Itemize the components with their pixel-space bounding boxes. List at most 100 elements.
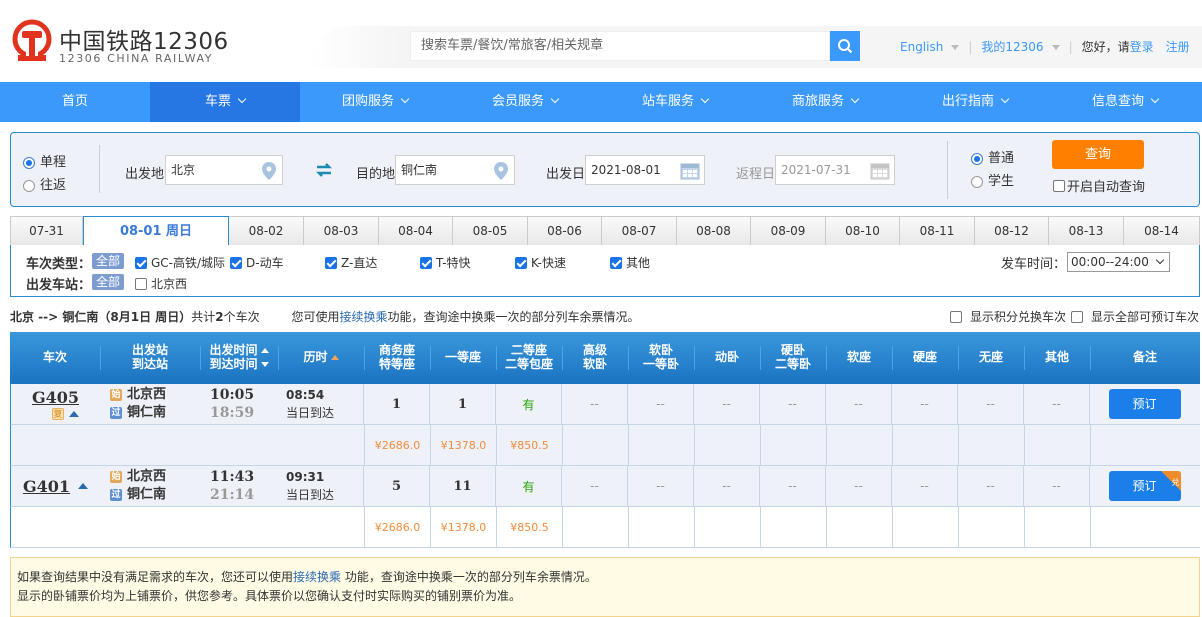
table-header: 车次 出发站 到达站 出发时间 到达时间 历时 商务座 特等座 一等座 二等座 二等包座… <box>10 332 1200 384</box>
header-label: 硬卧 <box>780 342 805 357</box>
col-times[interactable]: 出发时间 到达时间 <box>200 332 278 381</box>
return-date-input[interactable]: 2021-07-31 <box>775 155 895 185</box>
show-all-trains-label: 显示全部可预订车次 <box>1091 310 1200 324</box>
nav-item-guide[interactable]: 出行指南 <box>900 82 1050 122</box>
english-link[interactable]: English <box>900 40 960 54</box>
nav-item-station[interactable]: 站车服务 <box>600 82 750 122</box>
times-cell: 11:43 21:14 <box>200 466 278 506</box>
ticket-query-form: 单程 往返 出发地 北京 目的地 铜仁南 出发日 2021-08-01 返程日 … <box>10 132 1200 207</box>
register-link[interactable]: 注册 <box>1166 38 1190 55</box>
date-tab[interactable]: 08-09 <box>751 216 826 245</box>
depart-time-select[interactable]: 00:00--24:00 <box>1067 252 1170 272</box>
train-type-all-button[interactable]: 全部 <box>92 253 124 269</box>
checkbox-checked[interactable] <box>420 256 432 269</box>
checkbox-checked[interactable] <box>610 256 622 269</box>
header-label: 商务座 <box>378 342 415 357</box>
roundtrip-radio[interactable]: 往返 <box>23 174 66 197</box>
filter-t[interactable]: T-特快 <box>420 254 471 271</box>
auto-query-checkbox[interactable]: 开启自动查询 <box>1053 176 1145 195</box>
nav-item-group[interactable]: 团购服务 <box>300 82 450 122</box>
student-radio[interactable]: 学生 <box>971 170 1014 193</box>
login-link[interactable]: 登录 <box>1130 38 1154 55</box>
count-suffix: 个车次 <box>223 310 260 324</box>
checkbox-unchecked[interactable] <box>1053 179 1065 192</box>
train-number-link[interactable]: G405 <box>32 388 79 407</box>
sort-arrive[interactable]: 到达时间 <box>209 356 269 371</box>
date-tab[interactable]: 08-12 <box>975 216 1049 245</box>
date-tab[interactable]: 08-05 <box>453 216 528 245</box>
radio-unchecked[interactable] <box>971 175 983 188</box>
filter-other[interactable]: 其他 <box>610 254 650 271</box>
col-train: 车次 <box>10 332 100 381</box>
seat-availability: -- <box>892 466 958 506</box>
price-empty <box>761 425 827 465</box>
date-tab[interactable]: 08-11 <box>900 216 975 245</box>
filter-d[interactable]: D-动车 <box>230 254 284 271</box>
transfer-link[interactable]: 接续换乘 <box>339 310 387 324</box>
student-label: 学生 <box>988 174 1015 189</box>
book-button[interactable]: 预订 <box>1108 389 1181 419</box>
filter-gc[interactable]: GC-高铁/城际 <box>135 254 225 271</box>
checkbox-unchecked[interactable] <box>950 310 962 323</box>
transfer-link[interactable]: 接续换乘 <box>293 570 341 584</box>
col-duration[interactable]: 历时 <box>278 332 364 381</box>
depart-date-input[interactable]: 2021-08-01 <box>585 155 705 185</box>
checkbox-checked[interactable] <box>325 256 337 269</box>
filter-label: GC-高铁/城际 <box>151 256 226 270</box>
nav-item-tickets[interactable]: 车票 <box>150 82 300 122</box>
nav-item-business[interactable]: 商旅服务 <box>750 82 900 122</box>
expand-stops-icon[interactable] <box>69 411 79 417</box>
col-second: 二等座 二等包座 <box>496 332 562 381</box>
from-station-input[interactable]: 北京 <box>165 155 283 185</box>
date-tab[interactable]: 08-02 <box>229 216 304 245</box>
to-station-input[interactable]: 铜仁南 <box>395 155 515 185</box>
filter-z[interactable]: Z-直达 <box>325 254 377 271</box>
radio-checked[interactable] <box>971 152 983 165</box>
search-button[interactable] <box>830 31 860 61</box>
expand-stops-icon[interactable] <box>78 483 89 489</box>
swap-stations-icon[interactable] <box>315 163 333 177</box>
checkbox-unchecked[interactable] <box>135 277 147 290</box>
site-search-input[interactable]: 搜索车票/餐饮/常旅客/相关规章 <box>410 31 830 61</box>
book-label: 预订 <box>1132 479 1157 493</box>
radio-unchecked[interactable] <box>23 179 35 192</box>
query-button[interactable]: 查询 <box>1052 140 1144 169</box>
calendar-icon[interactable] <box>870 162 890 180</box>
filter-k[interactable]: K-快速 <box>515 254 566 271</box>
checkbox-checked[interactable] <box>515 256 527 269</box>
nav-item-member[interactable]: 会员服务 <box>450 82 600 122</box>
filter-station-beijingxi[interactable]: 北京西 <box>135 275 187 292</box>
date-tab[interactable]: 08-07 <box>602 216 677 245</box>
book-button[interactable]: 预订 兑 <box>1108 471 1181 501</box>
date-tab[interactable]: 07-31 <box>10 216 83 245</box>
checkbox-checked[interactable] <box>230 256 242 269</box>
header-label: 到达时间 <box>209 356 258 371</box>
my12306-link[interactable]: 我的12306 <box>981 38 1060 55</box>
sort-depart[interactable]: 出发时间 <box>209 343 269 357</box>
nav-item-home[interactable]: 首页 <box>0 82 150 122</box>
checkbox-unchecked[interactable] <box>1071 310 1084 323</box>
train-number-link[interactable]: G401 <box>23 477 70 496</box>
date-tab[interactable]: 08-03 <box>304 216 379 245</box>
filter-label: D-动车 <box>246 256 284 270</box>
checkbox-checked[interactable] <box>135 256 147 269</box>
date-tab[interactable]: 08-04 <box>379 216 453 245</box>
station-all-button[interactable]: 全部 <box>92 274 124 290</box>
col-soft-seat: 软座 <box>826 332 892 381</box>
date-tab[interactable]: 08-13 <box>1049 216 1124 245</box>
date-tab-active[interactable]: 08-01 周日 <box>83 216 229 246</box>
date-tab[interactable]: 08-14 <box>1124 216 1200 245</box>
nav-label: 首页 <box>61 94 88 109</box>
display-options: 显示积分兑换车次 显示全部可预订车次 <box>950 308 1199 325</box>
arrive-time: 21:14 <box>210 487 255 503</box>
radio-checked[interactable] <box>23 156 35 169</box>
normal-radio[interactable]: 普通 <box>971 147 1014 170</box>
col-first: 一等座 <box>430 332 496 381</box>
oneway-radio[interactable]: 单程 <box>23 151 66 174</box>
nav-item-info[interactable]: 信息查询 <box>1050 82 1200 122</box>
date-tab[interactable]: 08-08 <box>677 216 751 245</box>
date-tab[interactable]: 08-10 <box>826 216 900 245</box>
date-tab[interactable]: 08-06 <box>528 216 602 245</box>
header-label: 软卧 <box>582 356 607 371</box>
calendar-icon[interactable] <box>680 162 700 180</box>
